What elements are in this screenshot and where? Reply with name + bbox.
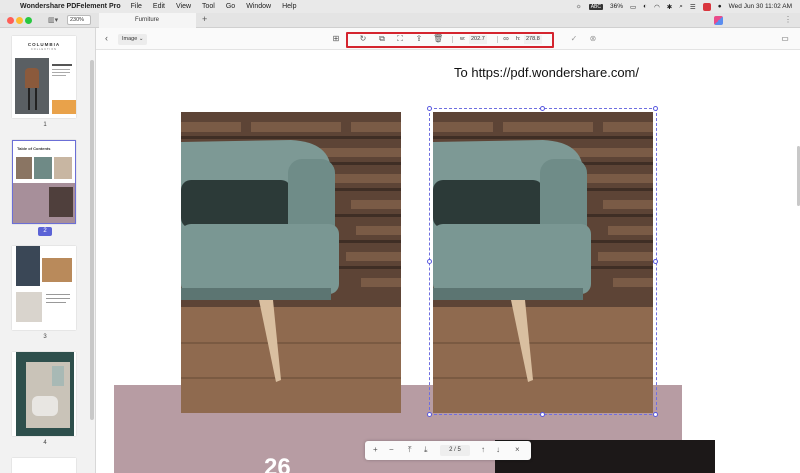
- add-image-icon[interactable]: ⊞: [331, 34, 341, 44]
- delete-icon[interactable]: 🗑: [433, 34, 443, 44]
- menu-tool[interactable]: Tool: [202, 3, 215, 10]
- thumbnail-page-4[interactable]: [12, 352, 76, 436]
- thumbnail-photo: [15, 58, 49, 114]
- page-url-text[interactable]: To https://pdf.wondershare.com/: [454, 65, 639, 80]
- macos-menu-bar: Wondershare PDFelement Pro File Edit Vie…: [0, 0, 800, 13]
- edit-mode-dropdown[interactable]: Image ⌄: [118, 34, 148, 45]
- close-window-button[interactable]: [7, 17, 14, 24]
- thumbnail-page-number: 3: [43, 334, 47, 340]
- window-tab-bar: ▥▾ 230% Furniture + ⋮: [0, 13, 800, 28]
- image-edit-toolbar: ‹ Image ⌄ ⊞ ↻ ⧉ ⛶ ⇪ 🗑 w: 202.7 ∞ h: 278.…: [96, 28, 800, 50]
- close-nav-icon[interactable]: ×: [515, 445, 520, 455]
- thumbnail-page-5[interactable]: [12, 458, 76, 473]
- first-page-icon[interactable]: ⤒: [408, 445, 412, 455]
- page-big-number[interactable]: 26: [264, 454, 291, 473]
- link-proportion-icon[interactable]: ∞: [501, 34, 511, 44]
- more-options-icon[interactable]: ⋮: [784, 15, 792, 24]
- page-number-input[interactable]: 2 / 5: [440, 445, 470, 456]
- chair-photo-left[interactable]: [181, 112, 401, 413]
- input-source-abc[interactable]: ABC: [588, 3, 603, 10]
- resize-handle-bottom-right[interactable]: [653, 412, 658, 417]
- thumbnail-page-1[interactable]: COLUMBIA COLLECTION: [12, 36, 76, 118]
- total-pages: 5: [457, 447, 461, 453]
- menu-window[interactable]: Window: [246, 3, 271, 10]
- height-input[interactable]: 278.8: [524, 35, 542, 44]
- previous-page-icon[interactable]: ⤓: [424, 445, 428, 455]
- wifi-icon[interactable]: ◠: [654, 3, 660, 11]
- pdf-page: To https://pdf.wondershare.com/ 26: [114, 50, 715, 473]
- sidebar-toggle-icon[interactable]: ▥▾: [48, 16, 62, 25]
- thumbnail-scrollbar[interactable]: [90, 60, 94, 420]
- resize-handle-bottom-left[interactable]: [427, 412, 432, 417]
- next-page-icon[interactable]: ↑: [481, 445, 485, 455]
- bluetooth-icon[interactable]: ✱: [667, 3, 672, 11]
- back-chevron-icon[interactable]: ‹: [105, 33, 108, 43]
- current-page-number: 2: [449, 447, 453, 453]
- replace-image-icon[interactable]: ⧉: [377, 34, 387, 44]
- menu-edit[interactable]: Edit: [153, 3, 165, 10]
- thumbnail-heading: COLUMBIA: [27, 42, 61, 47]
- page-navigation-bar: + − ⤒ ⤓ 2 / 5 ↑ ↓ ×: [365, 441, 531, 460]
- height-label: h:: [516, 36, 521, 42]
- thumbnail-page-number: 4: [43, 440, 47, 446]
- confirm-check-icon[interactable]: ✓: [569, 34, 579, 44]
- chair-illustration: [181, 112, 401, 413]
- app-name-menu[interactable]: Wondershare PDFelement Pro: [20, 3, 121, 10]
- resize-handle-bottom[interactable]: [540, 412, 545, 417]
- toggle-icon[interactable]: ◐: [643, 3, 647, 10]
- color-palette-icon[interactable]: [714, 16, 723, 25]
- thumbnail-page-2[interactable]: Table of Contents: [12, 140, 76, 224]
- thumbnail-panel: COLUMBIA COLLECTION 1 Table of Contents …: [0, 28, 96, 473]
- toolbar-divider: [452, 36, 453, 43]
- extract-image-icon[interactable]: ⇪: [414, 34, 424, 44]
- menu-view[interactable]: View: [176, 3, 191, 10]
- document-view: ‹ Image ⌄ ⊞ ↻ ⧉ ⛶ ⇪ 🗑 w: 202.7 ∞ h: 278.…: [96, 28, 800, 473]
- notification-app-icon[interactable]: [702, 2, 711, 11]
- last-page-icon[interactable]: ↓: [496, 445, 500, 455]
- toolbar-divider: [497, 36, 498, 43]
- crop-icon[interactable]: ⛶: [395, 34, 405, 44]
- battery-icon[interactable]: ▭: [630, 3, 636, 11]
- zoom-in-icon[interactable]: +: [373, 445, 378, 455]
- resize-handle-top-left[interactable]: [427, 106, 432, 111]
- document-tab-title: Furniture: [135, 17, 160, 23]
- cancel-circle-icon[interactable]: ⊗: [588, 34, 598, 44]
- page-separator: /: [454, 447, 456, 453]
- width-input[interactable]: 202.7: [469, 35, 487, 44]
- zoom-out-icon[interactable]: −: [389, 445, 394, 455]
- menu-go[interactable]: Go: [226, 3, 235, 10]
- resize-handle-top-right[interactable]: [653, 106, 658, 111]
- resize-handle-right[interactable]: [653, 259, 658, 264]
- fullscreen-window-button[interactable]: [25, 17, 32, 24]
- thumbnail-page-number: 1: [43, 122, 47, 128]
- resize-handle-left[interactable]: [427, 259, 432, 264]
- thumbnail-heading: Table of Contents: [17, 146, 51, 151]
- zoom-level-select[interactable]: 230%: [67, 15, 91, 25]
- image-selection-box[interactable]: [429, 108, 657, 415]
- resize-handle-top[interactable]: [540, 106, 545, 111]
- side-panel-toggle-icon[interactable]: ▭: [780, 34, 790, 44]
- menu-help[interactable]: Help: [282, 3, 296, 10]
- minimize-window-button[interactable]: [16, 17, 23, 24]
- control-center-icon[interactable]: ☰: [690, 3, 696, 11]
- thumbnail-page-3[interactable]: [12, 246, 76, 330]
- search-icon[interactable]: ⌕: [679, 3, 683, 11]
- thumbnail-subheading: COLLECTION: [31, 48, 57, 51]
- status-menu-area: ☼ ABC 36% ▭ ◐ ◠ ✱ ⌕ ☰ ● Wed Jun 30 11:02…: [576, 0, 792, 13]
- rotate-icon[interactable]: ↻: [358, 34, 368, 44]
- menu-file[interactable]: File: [131, 3, 142, 10]
- battery-percent[interactable]: 36%: [610, 3, 623, 10]
- width-label: w:: [460, 36, 466, 42]
- siri-icon[interactable]: ●: [718, 3, 722, 10]
- clock-datetime[interactable]: Wed Jun 30 11:02 AM: [729, 3, 792, 10]
- document-tab[interactable]: Furniture: [99, 13, 196, 28]
- new-tab-button[interactable]: +: [202, 14, 207, 24]
- thumbnail-page-number: 2: [38, 227, 52, 236]
- brightness-icon[interactable]: ☼: [576, 3, 582, 10]
